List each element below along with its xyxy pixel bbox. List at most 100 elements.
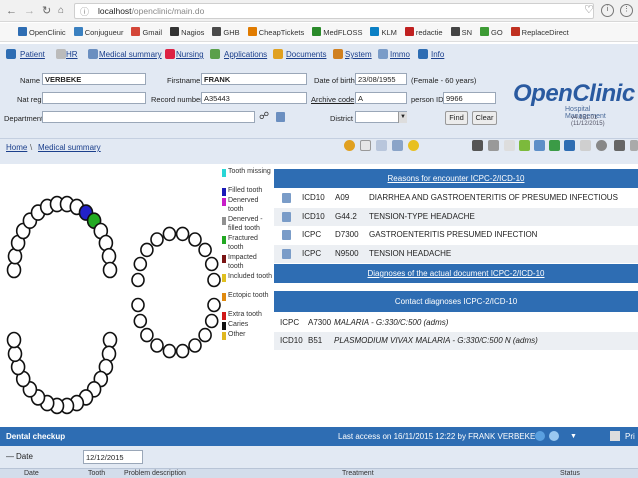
dental-column-header[interactable]: Status xyxy=(560,470,580,477)
archivecode-field[interactable]: A xyxy=(355,92,407,104)
forward-icon[interactable]: → xyxy=(24,4,35,18)
print-icon[interactable] xyxy=(610,431,620,441)
refresh-icon[interactable] xyxy=(535,431,545,441)
search-icon[interactable]: ☍ xyxy=(259,111,269,122)
dental-column-header[interactable]: Problem description xyxy=(124,470,186,477)
bookmark-item[interactable]: MedFLOSS xyxy=(312,27,362,37)
patient-icon[interactable] xyxy=(6,49,16,59)
adult-lower-tooth[interactable] xyxy=(6,331,22,349)
child-lower-tooth[interactable] xyxy=(150,338,164,353)
medical-summary-icon[interactable] xyxy=(88,49,98,59)
reasons-for-encounter-title[interactable]: Reasons for encounter ICPC-2/ICD-10 xyxy=(388,174,525,183)
info-icon[interactable] xyxy=(418,49,428,59)
clock-icon[interactable] xyxy=(596,140,607,151)
back-icon[interactable]: ← xyxy=(6,4,17,18)
chevron-down-icon[interactable]: ▼ xyxy=(398,112,407,123)
clear-button[interactable]: Clear xyxy=(472,111,497,125)
delete-icon[interactable] xyxy=(282,211,291,222)
menu-item-medical-summary[interactable]: Medical summary xyxy=(99,50,162,59)
document-icon[interactable] xyxy=(360,140,371,151)
nursing-icon[interactable] xyxy=(165,49,175,59)
history-icon[interactable] xyxy=(549,431,559,441)
bookmark-item[interactable]: Nagios xyxy=(170,27,204,37)
child-upper-tooth[interactable] xyxy=(150,232,164,247)
dental-column-header[interactable]: Tooth xyxy=(88,470,105,477)
recordnumber-field[interactable]: A35443 xyxy=(201,92,307,104)
chart-icon[interactable] xyxy=(392,140,403,151)
breadcrumb-current[interactable]: Medical summary xyxy=(38,143,101,152)
menu-item-info[interactable]: Info xyxy=(431,50,444,59)
page-info-icon[interactable]: ⓘ xyxy=(80,5,89,18)
child-lower-tooth[interactable] xyxy=(204,313,219,329)
bookmark-item[interactable]: ReplaceDirect xyxy=(510,27,569,37)
delete-icon[interactable] xyxy=(282,248,291,259)
child-lower-tooth[interactable] xyxy=(188,338,202,353)
child-upper-tooth[interactable] xyxy=(133,256,148,272)
child-upper-tooth[interactable] xyxy=(188,232,202,247)
child-upper-tooth[interactable] xyxy=(175,226,190,242)
bookmark-item[interactable]: GHB xyxy=(212,27,240,37)
child-lower-tooth[interactable] xyxy=(207,297,221,313)
name-field[interactable]: VERBEKE xyxy=(42,73,146,85)
adult-upper-tooth[interactable] xyxy=(101,247,117,265)
actual-document-header[interactable]: Diagnoses of the actual document ICPC-2/… xyxy=(274,264,638,283)
firstname-field[interactable]: FRANK xyxy=(201,73,307,85)
child-upper-tooth[interactable] xyxy=(162,226,177,242)
menu-item-documents[interactable]: Documents xyxy=(286,50,326,59)
home-icon[interactable]: ⌂ xyxy=(58,4,64,18)
system-icon[interactable] xyxy=(333,49,343,59)
encounter-row[interactable]: ICPC D7300 GASTROENTERITIS PRESUMED INFECT… xyxy=(274,226,638,244)
radiation-icon[interactable] xyxy=(408,140,419,151)
child-lower-tooth[interactable] xyxy=(198,327,212,343)
find-button[interactable]: Find xyxy=(445,111,468,125)
bookmark-item[interactable]: Gmail xyxy=(131,27,162,37)
menu-item-nursing[interactable]: Nursing xyxy=(176,50,204,59)
bookmark-item[interactable]: redactie xyxy=(404,27,443,37)
child-lower-tooth[interactable] xyxy=(133,313,148,329)
encounter-row[interactable]: ICD10 G44.2 TENSION-TYPE HEADACHE xyxy=(274,207,638,226)
child-lower-tooth[interactable] xyxy=(140,327,154,343)
delete-icon[interactable] xyxy=(282,230,291,240)
biohazard-icon[interactable] xyxy=(344,140,355,151)
hr-icon[interactable] xyxy=(56,49,66,59)
personid-field[interactable]: 9966 xyxy=(443,92,496,104)
dental-column-header[interactable]: Treatment xyxy=(342,470,374,477)
adult-upper-tooth[interactable] xyxy=(6,261,22,279)
reasons-for-encounter-header[interactable]: Reasons for encounter ICPC-2/ICD-10 xyxy=(274,169,638,188)
menu-item-immo[interactable]: Immo xyxy=(390,50,410,59)
print-label[interactable]: Pri xyxy=(625,432,635,441)
bookmark-item[interactable]: SN xyxy=(450,27,472,37)
scan-icon[interactable] xyxy=(488,140,499,151)
menu-item-applications[interactable]: Applications xyxy=(224,50,267,59)
dental-column-header[interactable]: Date xyxy=(24,470,39,477)
bookmark-item[interactable]: GO xyxy=(479,27,503,37)
barcode-icon[interactable] xyxy=(580,140,591,151)
immo-icon[interactable] xyxy=(378,49,388,59)
encounter-row[interactable]: ICD10 A09 DIARRHEA AND GASTROENTERITIS OF … xyxy=(274,189,638,220)
documents-icon[interactable] xyxy=(273,49,283,59)
applications-icon[interactable] xyxy=(210,49,220,59)
menu-item-system[interactable]: System xyxy=(345,50,372,59)
child-upper-tooth[interactable] xyxy=(140,242,154,258)
menu-item-patient[interactable]: Patient xyxy=(20,50,45,59)
child-lower-tooth[interactable] xyxy=(162,343,177,359)
dropdown-icon[interactable]: ▼ xyxy=(570,433,577,440)
encounter-row[interactable]: ICPC N9500 TENSION HEADACHE xyxy=(274,244,638,263)
reload-icon[interactable]: ↻ xyxy=(42,4,51,18)
menu-item-hr[interactable]: HR xyxy=(66,50,78,59)
archivecode-label[interactable]: Archive code xyxy=(311,95,354,104)
bookmark-item[interactable]: OpenClinic xyxy=(18,27,66,37)
android-icon[interactable] xyxy=(519,140,530,151)
adult-upper-tooth[interactable] xyxy=(102,261,118,279)
department-field[interactable] xyxy=(42,111,255,123)
adult-lower-tooth[interactable] xyxy=(102,331,118,349)
report-icon[interactable] xyxy=(504,140,515,151)
child-lower-tooth[interactable] xyxy=(175,343,190,359)
breadcrumb-home[interactable]: Home xyxy=(6,143,27,152)
save-icon[interactable] xyxy=(564,140,575,151)
natreg-field[interactable] xyxy=(42,92,146,104)
delete-icon[interactable] xyxy=(282,193,291,203)
child-lower-tooth[interactable] xyxy=(131,297,145,313)
settings-icon[interactable] xyxy=(630,140,638,151)
print-preview-icon[interactable] xyxy=(376,140,387,151)
